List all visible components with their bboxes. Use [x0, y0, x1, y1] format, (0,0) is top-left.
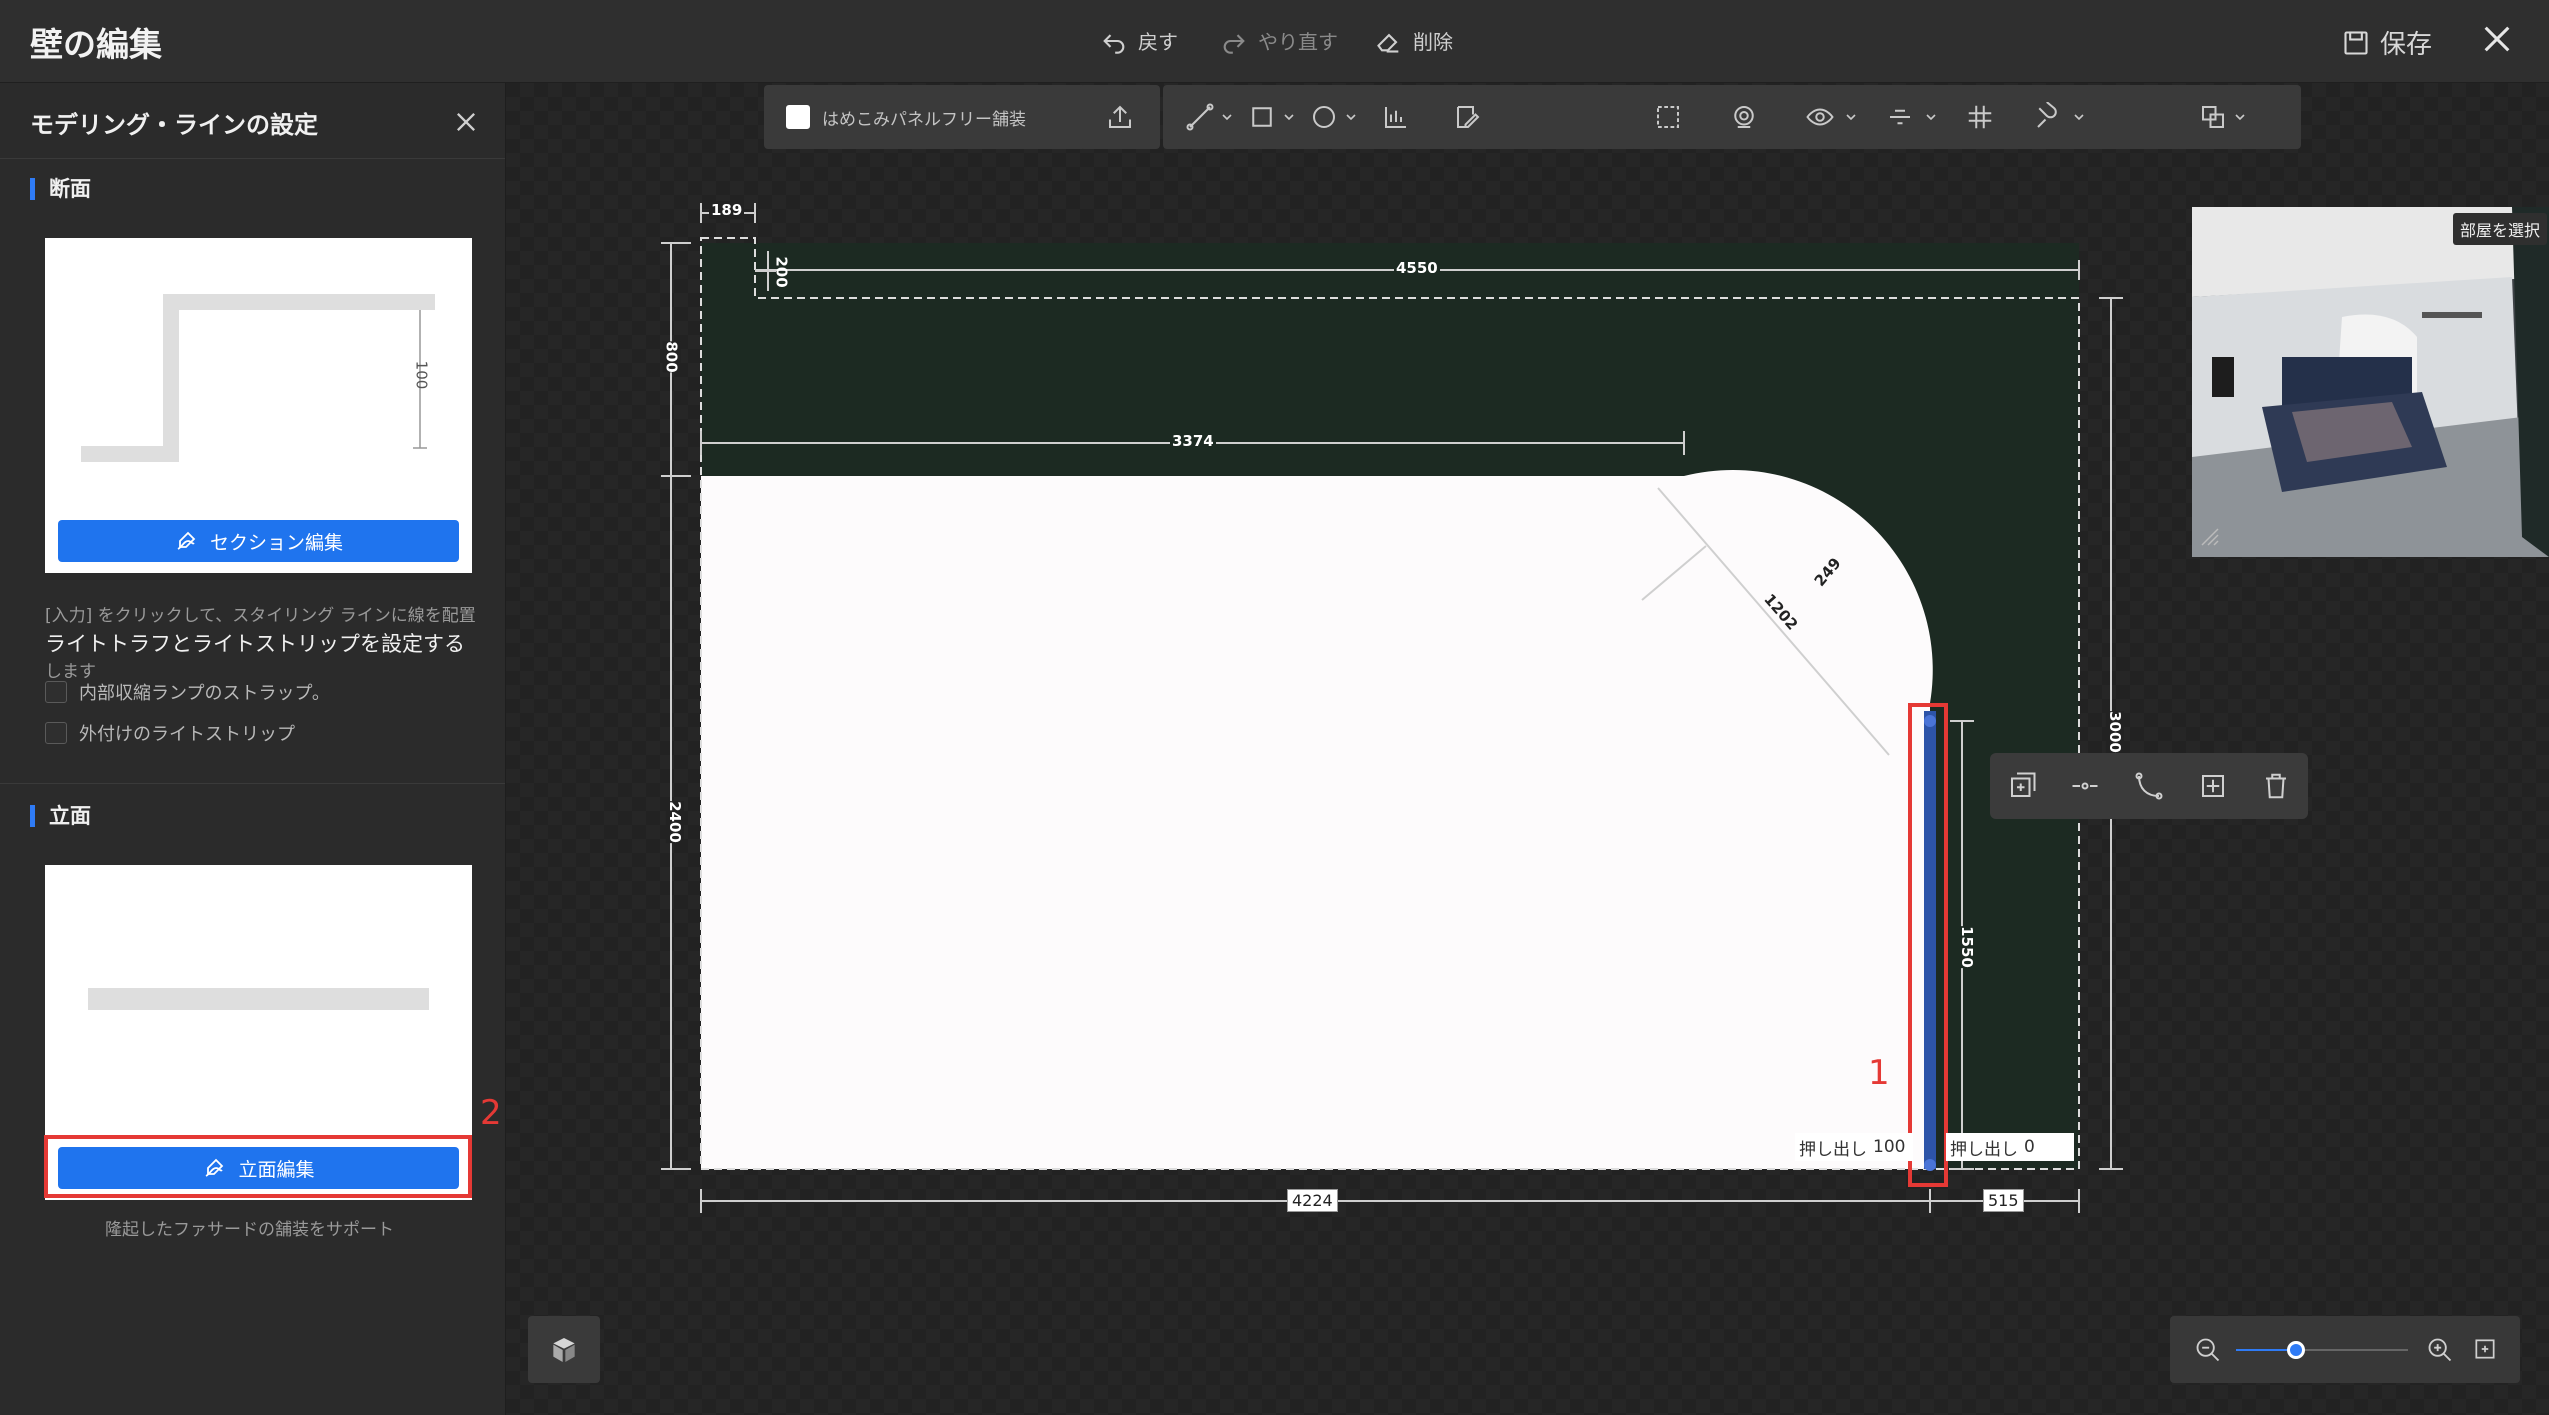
elevation-button-highlight [44, 1135, 472, 1198]
redo-label: やり直す [1258, 30, 1338, 54]
extrude-left-value: 100 [1873, 1137, 1906, 1157]
eraser-icon [1377, 33, 1399, 53]
undo-label: 戻す [1138, 30, 1178, 54]
extrude-right-label: 押し出し [1950, 1139, 2018, 1160]
trash-icon[interactable] [2261, 771, 2291, 801]
extrude-left-input[interactable]: 押し出し 100 [1795, 1133, 1913, 1161]
dim-top-left-notch: 189 [709, 201, 745, 219]
elevation-profile [88, 988, 429, 1010]
panel-header: モデリング・ラインの設定 [0, 83, 505, 159]
window-title: 壁の編集 [30, 25, 162, 64]
view-3d-button[interactable] [528, 1316, 600, 1383]
delete-label: 削除 [1413, 30, 1453, 54]
select-room-button[interactable]: 部屋を選択 [2452, 213, 2547, 245]
delete-button[interactable]: 削除 [1375, 26, 1453, 55]
zoom-control [2170, 1316, 2520, 1383]
room-3d-preview[interactable]: 部屋を選択 [2192, 207, 2549, 557]
zoom-in-icon[interactable] [2426, 1336, 2454, 1364]
callout-2: 2 [480, 1093, 502, 1133]
wall-handle-top [1924, 715, 1936, 727]
option-external-strip-checkbox[interactable] [45, 722, 67, 744]
elevation-title: 立面 [30, 805, 91, 827]
save-button[interactable]: 保存 [2342, 24, 2432, 61]
option-external-strip-label: 外付けのライトストリップ [79, 724, 295, 745]
title-bar: 壁の編集 戻す やり直す 削除 保存 [0, 0, 2549, 83]
bedroom-render-image [2192, 207, 2549, 557]
option-internal-lamp-label: 内部収縮ランプのストラップ。 [79, 683, 330, 704]
modeling-line-settings-panel: モデリング・ラインの設定 断面 100 セクション編集 [入力] をクリックして… [0, 83, 506, 1415]
dim-bottom-length: 4224 [1287, 1189, 1338, 1212]
panel-close-icon[interactable] [452, 108, 480, 136]
wall-context-toolbar [1990, 753, 2308, 819]
redo-button[interactable]: やり直す [1220, 26, 1338, 55]
add-copy-icon[interactable] [2007, 771, 2037, 801]
resize-handle-icon[interactable] [2198, 525, 2222, 549]
dim-inner-top: 3374 [1170, 432, 1216, 450]
panel-title: モデリング・ラインの設定 [30, 111, 318, 139]
cube-icon [553, 1337, 575, 1362]
option-external-strip[interactable]: 外付けのライトストリップ [45, 720, 295, 746]
extrude-left-label: 押し出し [1799, 1139, 1867, 1160]
room-floor [701, 469, 1933, 1169]
dim-notch-depth: 200 [772, 256, 791, 288]
light-heading: ライトトラフとライトストリップを設定する [45, 632, 465, 656]
section-edit-label: セクション編集 [209, 531, 343, 554]
dim-bottom-right: 515 [1983, 1189, 2024, 1212]
zoom-out-icon[interactable] [2194, 1336, 2222, 1364]
close-icon[interactable] [2480, 22, 2514, 56]
section-divider [0, 783, 505, 784]
plan-canvas[interactable]: はめこみパネルフリー舗装 189 200 4550 800 3374 249 1… [506, 83, 2549, 1415]
redo-icon [1223, 33, 1245, 54]
curve-wall-icon[interactable] [2134, 771, 2164, 801]
save-label: 保存 [2380, 30, 2433, 60]
split-wall-icon[interactable] [2070, 771, 2100, 801]
dim-wall-height: 1550 [1957, 926, 1976, 968]
selected-wall [1924, 711, 1936, 1169]
callout-1: 1 [1868, 1053, 1890, 1093]
option-internal-lamp-checkbox[interactable] [45, 681, 67, 703]
section-edit-button[interactable]: セクション編集 [58, 520, 459, 562]
zoom-slider-thumb[interactable] [2287, 1341, 2306, 1359]
dim-left-upper: 800 [662, 341, 681, 373]
dim-right-height: 3000 [2105, 711, 2124, 753]
elevation-hint: 隆起したファサードの舗装をサポート [105, 1220, 394, 1240]
cross-section-title: 断面 [30, 178, 91, 200]
extrude-right-value: 0 [2024, 1137, 2035, 1157]
cross-section-preview: 100 セクション編集 [45, 238, 472, 573]
fit-view-icon[interactable] [2472, 1336, 2498, 1362]
dim-top-length: 4550 [1394, 259, 1440, 277]
save-icon [2344, 30, 2368, 55]
cross-section-dimension: 100 [412, 360, 431, 390]
dim-left-height: 2400 [665, 801, 684, 843]
edit-path-icon [177, 531, 196, 550]
option-internal-lamp[interactable]: 内部収縮ランプのストラップ。 [45, 679, 330, 705]
extrude-right-input[interactable]: 押し出し 0 [1946, 1133, 2074, 1161]
undo-icon [1103, 33, 1125, 54]
wall-handle-bottom [1924, 1159, 1936, 1171]
undo-button[interactable]: 戻す [1100, 26, 1178, 55]
move-wall-icon[interactable] [2198, 771, 2228, 801]
